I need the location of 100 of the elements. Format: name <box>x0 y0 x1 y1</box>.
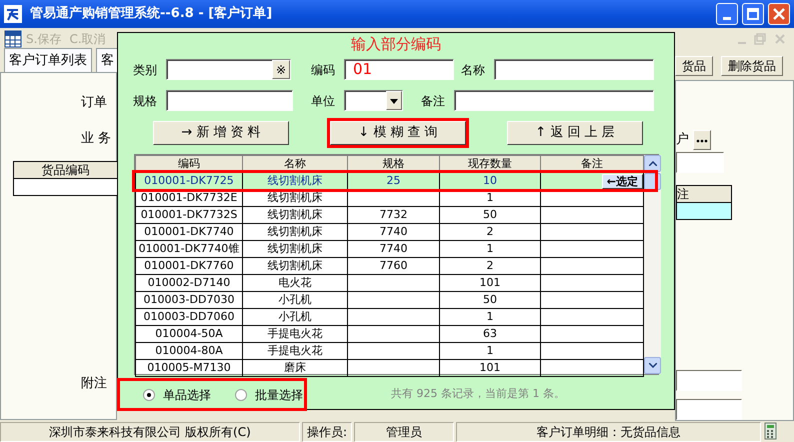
form-label: 户 <box>676 131 689 150</box>
select-button[interactable]: ←选定 <box>602 174 643 188</box>
table-cell: 010004-80A <box>136 342 242 360</box>
caret-icon <box>390 99 398 104</box>
table-cell: 63 <box>440 326 540 342</box>
calculator-icon[interactable] <box>764 422 778 440</box>
table-cell: 101 <box>440 274 540 292</box>
action-button[interactable]: ↑ 返 回 上 层 <box>507 121 643 145</box>
table-cell: 50 <box>440 292 540 308</box>
table-cell: 线切割机床 <box>242 172 348 190</box>
field-label: 名称 <box>461 62 486 78</box>
close-icon <box>773 8 785 20</box>
toolbar-button[interactable]: 货品 <box>675 56 713 76</box>
table-cell: 010003-DD7060 <box>136 308 242 326</box>
table-cell: 1 <box>440 190 540 206</box>
table-cell: 线切割机床 <box>242 258 348 274</box>
table-cell: 010003-DD7030 <box>136 292 242 308</box>
status-text: 客户订单明细：无货品信息 <box>456 422 761 442</box>
radio-label: 批量选择 <box>255 386 303 404</box>
form-label: 附注 <box>81 375 108 393</box>
input-field[interactable]: ※ <box>166 59 291 80</box>
window-title: 管易通产购销管理系统--6.8 - [客户订单] <box>30 4 274 24</box>
radio-button[interactable] <box>143 388 155 400</box>
form-label: 订单 <box>81 94 108 112</box>
table-cell: 7740 <box>348 224 440 240</box>
table-cell: 7740 <box>348 240 440 258</box>
action-button[interactable]: ↓ 模 糊 查 询 <box>330 121 466 145</box>
more-icon <box>696 136 708 145</box>
table-cell: 010004-50A <box>136 326 242 342</box>
maximize-button[interactable] <box>742 3 764 25</box>
field-label: 单位 <box>311 92 336 110</box>
status-text: 操作员: <box>302 422 352 442</box>
tab[interactable]: 客户订单列表 <box>4 48 92 72</box>
status-text: 管理员 <box>354 422 454 442</box>
dialog-title: 输入部分编码 <box>350 34 442 53</box>
input-field[interactable] <box>454 90 654 111</box>
action-button[interactable]: → 新 增 资 料 <box>153 121 289 145</box>
table-row[interactable]: 010004-50A 手提电火花 63 <box>136 326 644 342</box>
radio-option[interactable]: 批量选择 <box>235 386 303 404</box>
table-cell: 010001-DK7740 <box>136 224 242 240</box>
table-cell: 010005-M7130 <box>136 360 242 376</box>
table-cell: 线切割机床 <box>242 206 348 224</box>
radio-label: 单品选择 <box>163 386 211 404</box>
input-field[interactable] <box>676 399 742 420</box>
table-cell: 2 <box>440 258 540 274</box>
table-cell: 线切割机床 <box>242 190 348 206</box>
field-label: 备注 <box>421 92 446 110</box>
table-row[interactable]: 010001-DK7760 线切割机床 7760 2 <box>136 258 644 274</box>
select-field[interactable] <box>344 90 403 111</box>
input-field[interactable] <box>494 59 654 80</box>
table-cell: 1 <box>440 342 540 360</box>
table-row[interactable]: 010004-80A 手提电火花 1 <box>136 342 644 360</box>
chevron-up-icon <box>648 161 656 166</box>
scroll-down-button[interactable] <box>644 357 661 374</box>
table-icon[interactable] <box>4 30 22 48</box>
close-button[interactable] <box>768 3 790 25</box>
table-row[interactable]: 010001-DK7725 线切割机床 25 10 ←选定 <box>136 172 644 190</box>
input-field[interactable] <box>166 90 293 111</box>
table-cell: 10 <box>440 172 540 190</box>
field-label: 编码 <box>311 62 336 78</box>
table-row[interactable]: 010001-DK7740锥 线切割机床 7740 1 <box>136 240 644 258</box>
dropdown-button[interactable] <box>386 91 402 110</box>
scrollbar[interactable] <box>644 155 661 374</box>
table-cell: 线切割机床 <box>242 240 348 258</box>
field-label: 规格 <box>133 92 158 110</box>
maximize-icon <box>747 8 759 20</box>
picker-button[interactable]: ※ <box>272 60 290 79</box>
scroll-up-button[interactable] <box>644 155 661 172</box>
table-row[interactable]: 010003-DD7060 小孔机 1 <box>136 308 644 326</box>
column-header: 货品编码 <box>13 161 118 179</box>
column-header: 注 <box>676 185 732 203</box>
table-row[interactable]: 010001-DK7732E 线切割机床 1 <box>136 190 644 206</box>
table-cell: 小孔机 <box>242 292 348 308</box>
table-row[interactable]: 010002-D7140 电火花 101 <box>136 274 644 292</box>
field-label: 类别 <box>133 62 158 78</box>
table-row[interactable]: 010005-M7130 磨床 101 <box>136 360 644 376</box>
minimize-icon <box>723 16 731 20</box>
table-cell: 50 <box>440 206 540 224</box>
input-field[interactable]: 01 <box>344 59 454 80</box>
table-cell: 小孔机 <box>242 308 348 326</box>
input-field[interactable] <box>676 152 724 173</box>
radio-button[interactable] <box>235 388 247 400</box>
radio-option[interactable]: 单品选择 <box>143 386 211 404</box>
table-row[interactable]: 010001-DK7740 线切割机床 7740 2 <box>136 224 644 240</box>
tab[interactable]: 客 <box>96 48 119 72</box>
table-cell: 线切割机床 <box>242 224 348 240</box>
table-cell: 2 <box>440 224 540 240</box>
app-icon <box>4 5 22 23</box>
more-button[interactable] <box>693 130 711 150</box>
table-row[interactable]: 010001-DK7732S 线切割机床 7732 50 <box>136 206 644 224</box>
input-field[interactable] <box>676 370 742 391</box>
form-label: 业 务 <box>81 130 112 148</box>
table-row[interactable]: 010003-DD7030 小孔机 50 <box>136 292 644 308</box>
table-cell: 手提电火花 <box>242 326 348 342</box>
table-cell: 磨床 <box>242 360 348 376</box>
table-cell: 010001-DK7760 <box>136 258 242 274</box>
table-cell: 010001-DK7725 <box>136 172 242 190</box>
toolbar-button[interactable]: 删除货品 <box>721 56 783 76</box>
minimize-button[interactable] <box>716 3 738 25</box>
table-cell: 010001-DK7740锥 <box>136 240 242 258</box>
